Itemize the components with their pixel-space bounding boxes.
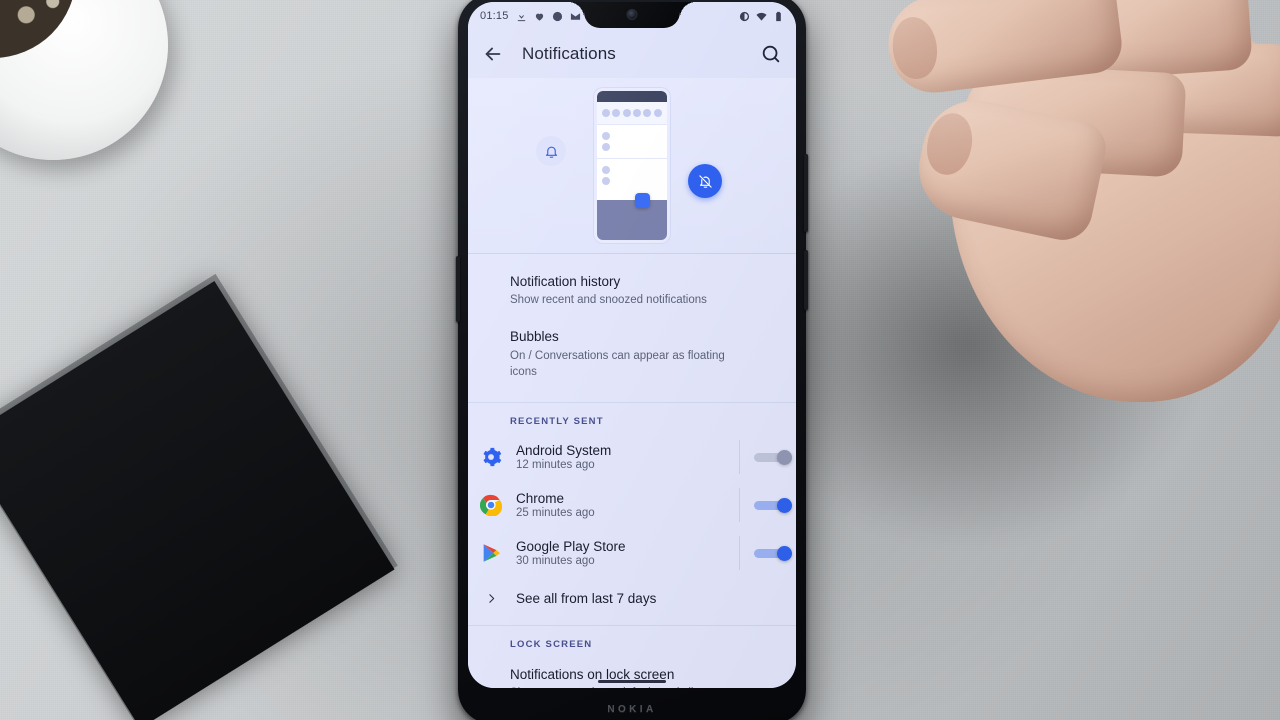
toggle-chrome[interactable] <box>754 497 792 513</box>
app-meta: Android System 12 minutes ago <box>516 443 733 471</box>
notifications-illustration <box>468 78 796 254</box>
illustration-notification-row <box>602 166 662 174</box>
illustration-notification-card <box>597 124 667 158</box>
power-button[interactable] <box>804 250 808 310</box>
do-not-disturb-icon <box>739 11 750 22</box>
play-store-icon <box>480 542 502 564</box>
row-bubbles[interactable]: Bubbles On / Conversations can appear as… <box>468 318 796 389</box>
page-title: Notifications <box>522 44 616 63</box>
row-divider <box>739 487 740 522</box>
quick-tile <box>612 109 621 117</box>
toggle-android-system[interactable] <box>754 449 792 465</box>
lock-screen-group: LOCK SCREEN Notifications on lock screen… <box>468 626 796 688</box>
status-bar-left: 01:15 <box>480 10 581 22</box>
thumbnail <box>921 109 978 179</box>
toggle-knob <box>777 545 792 561</box>
toggle-google-play-store[interactable] <box>754 545 792 561</box>
phone-device: 01:15 Notifications Notification history… <box>456 0 808 720</box>
user-hand <box>880 0 1280 422</box>
row-divider <box>739 439 740 474</box>
notification-settings-group: Notification history Show recent and sno… <box>468 254 796 403</box>
app-name: Chrome <box>516 490 565 506</box>
sim-tray-button[interactable] <box>456 256 460 322</box>
recently-sent-group: RECENTLY SENT Android System 12 minutes … <box>468 403 796 626</box>
app-row-android-system[interactable]: Android System 12 minutes ago <box>468 433 796 481</box>
desk-scene: 01:15 Notifications Notification history… <box>0 0 1280 720</box>
quick-tile <box>622 109 631 117</box>
battery-icon <box>773 11 784 22</box>
clock-icon <box>552 11 563 22</box>
notification-avatar <box>602 166 610 174</box>
app-name: Android System <box>516 442 612 458</box>
section-header-recently-sent: RECENTLY SENT <box>510 415 604 427</box>
app-row-chrome[interactable]: Chrome 25 minutes ago <box>468 481 796 529</box>
camera-notch <box>568 2 680 28</box>
section-header-lock-screen: LOCK SCREEN <box>510 638 593 650</box>
illustration-drag-handle <box>635 193 650 208</box>
row-title: Notification history <box>510 274 621 289</box>
notification-avatar <box>602 132 610 140</box>
illustration-quick-settings <box>597 102 667 124</box>
toggle-knob <box>777 497 792 513</box>
volume-button[interactable] <box>804 154 808 232</box>
fingernail <box>889 14 941 82</box>
toggle-knob <box>777 449 792 465</box>
download-icon <box>516 11 527 22</box>
row-subtitle: Show conversations, default, and silent <box>510 685 754 688</box>
row-see-all-last-7-days[interactable]: See all from last 7 days <box>468 577 796 621</box>
chevron-right-icon <box>480 588 502 610</box>
row-notifications-on-lock-screen[interactable]: Notifications on lock screen Show conver… <box>468 656 796 688</box>
app-row-google-play-store[interactable]: Google Play Store 30 minutes ago <box>468 529 796 577</box>
app-time: 25 minutes ago <box>516 506 595 519</box>
search-icon[interactable] <box>760 43 782 65</box>
bell-icon <box>536 136 566 166</box>
settings-scroll-area[interactable]: Notification history Show recent and sno… <box>468 78 796 688</box>
status-clock: 01:15 <box>480 10 509 22</box>
app-meta: Chrome 25 minutes ago <box>516 491 733 519</box>
quick-tile <box>633 109 642 117</box>
illustration-statusbar <box>597 91 667 102</box>
gear-icon <box>480 446 502 468</box>
notification-avatar <box>602 143 610 151</box>
plant-pebbles <box>0 0 76 58</box>
quick-tile <box>602 109 611 117</box>
app-meta: Google Play Store 30 minutes ago <box>516 539 733 567</box>
row-subtitle: Show recent and snoozed notifications <box>510 294 707 307</box>
quick-tile <box>643 109 652 117</box>
phone-screen: 01:15 Notifications Notification history… <box>468 2 796 688</box>
back-arrow-icon[interactable] <box>482 43 504 65</box>
device-brand-logo: NOKIA <box>607 704 657 715</box>
illustration-notification-row <box>602 132 662 140</box>
wifi-icon <box>756 11 767 22</box>
row-title: Bubbles <box>510 329 559 345</box>
row-subtitle: On / Conversations can appear as floatin… <box>510 349 725 378</box>
illustration-notification-row <box>602 143 662 151</box>
status-bar-right <box>739 11 784 22</box>
front-camera-icon <box>626 9 638 20</box>
row-divider <box>739 535 740 570</box>
illustration-notification-card <box>597 158 667 192</box>
app-time: 30 minutes ago <box>516 554 595 567</box>
bell-off-icon <box>688 164 722 198</box>
app-time: 12 minutes ago <box>516 458 595 471</box>
quick-tile <box>653 109 662 117</box>
illustration-wallpaper <box>597 200 667 240</box>
illustration-notification-row <box>602 177 662 185</box>
app-name: Google Play Store <box>516 538 626 554</box>
illustration-phone <box>594 88 670 243</box>
row-notification-history[interactable]: Notification history Show recent and sno… <box>468 263 796 318</box>
notification-avatar <box>602 177 610 185</box>
app-bar: Notifications <box>468 30 796 78</box>
heartbeat-icon <box>534 11 545 22</box>
see-all-label: See all from last 7 days <box>516 591 657 607</box>
chrome-icon <box>480 494 502 516</box>
home-indicator[interactable] <box>598 680 666 683</box>
